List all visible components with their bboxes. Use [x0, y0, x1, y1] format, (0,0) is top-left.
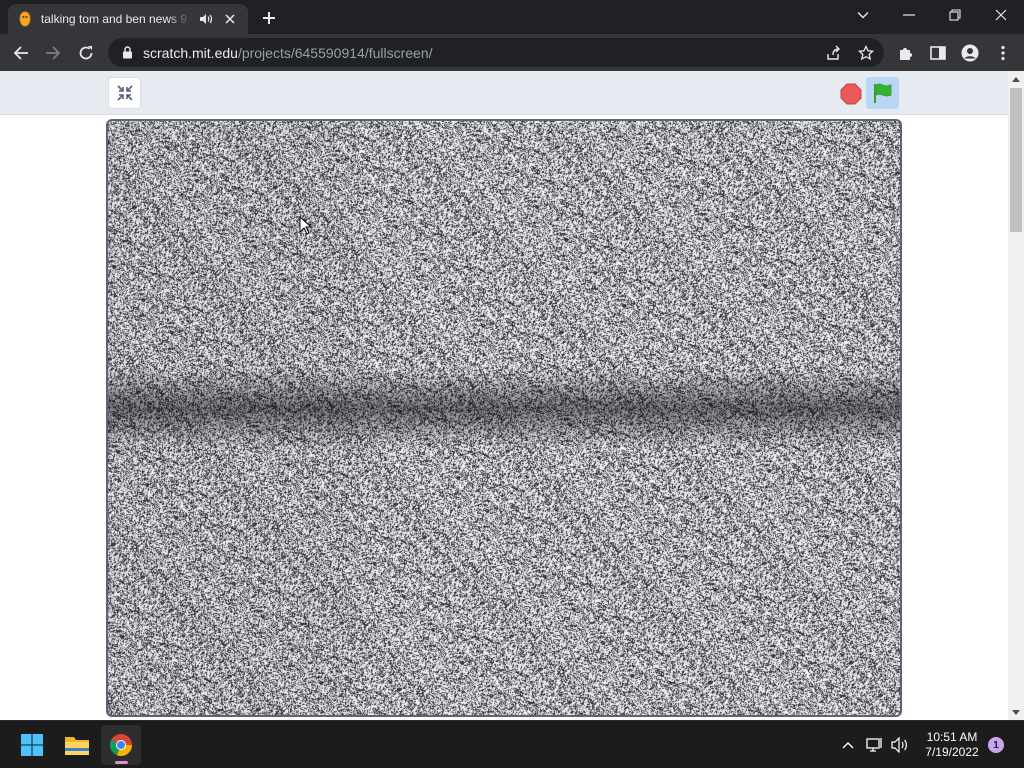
extensions-button[interactable]	[893, 40, 919, 66]
volume-control[interactable]	[890, 735, 910, 755]
tab-search-button[interactable]	[840, 0, 886, 30]
share-icon[interactable]	[824, 44, 842, 62]
mouse-cursor-icon	[299, 216, 313, 235]
bookmark-star-icon[interactable]	[857, 44, 875, 62]
active-app-indicator	[115, 761, 128, 764]
tab-title: talking tom and ben news 9:	[40, 12, 191, 26]
windows-logo-icon	[21, 734, 43, 756]
browser-tab[interactable]: talking tom and ben news 9:	[8, 4, 248, 34]
green-flag-icon	[873, 83, 891, 103]
stop-icon	[840, 83, 862, 105]
lock-icon[interactable]	[120, 46, 134, 60]
avatar-icon	[961, 44, 979, 62]
side-panel-button[interactable]	[925, 40, 951, 66]
triangle-down-icon	[1012, 709, 1020, 715]
new-tab-button[interactable]	[259, 8, 279, 28]
reload-icon	[79, 46, 93, 60]
chevron-down-icon	[857, 12, 869, 19]
close-window-button[interactable]	[978, 0, 1024, 30]
address-bar[interactable]: scratch.mit.edu/projects/645590914/fulls…	[108, 38, 884, 67]
player-controls-bar	[0, 71, 1008, 115]
chrome-taskbar-button[interactable]	[101, 725, 141, 765]
url-text[interactable]: scratch.mit.edu/projects/645590914/fulls…	[143, 45, 433, 61]
arrow-left-icon	[13, 46, 28, 60]
reload-button[interactable]	[73, 40, 99, 66]
kebab-menu-icon	[1001, 45, 1005, 61]
page-scrollbar[interactable]	[1008, 71, 1024, 720]
scrollbar-thumb[interactable]	[1010, 88, 1022, 232]
puzzle-icon	[900, 48, 912, 60]
back-button[interactable]	[8, 40, 34, 66]
forward-button[interactable]	[40, 40, 66, 66]
network-status[interactable]	[865, 735, 885, 755]
plus-icon	[263, 12, 275, 24]
show-hidden-icons-button[interactable]	[838, 735, 858, 755]
close-tab-icon[interactable]	[222, 11, 238, 27]
chevron-up-icon	[842, 742, 854, 749]
speaker-icon	[891, 737, 907, 753]
chrome-icon	[109, 734, 133, 757]
minimize-button[interactable]	[886, 0, 932, 30]
triangle-up-icon	[1012, 76, 1020, 82]
menu-button[interactable]	[990, 40, 1016, 66]
arrow-right-icon	[46, 46, 61, 60]
profile-button[interactable]	[957, 40, 983, 66]
side-panel-icon	[930, 46, 946, 60]
url-path: /projects/645590914/fullscreen/	[237, 44, 433, 61]
exit-fullscreen-button[interactable]	[108, 77, 141, 109]
network-monitor-icon	[866, 738, 882, 752]
folder-icon	[65, 737, 89, 755]
clock-time: 10:51 AM	[926, 730, 978, 744]
system-clock[interactable]: 10:51 AM 7/19/2022	[914, 730, 990, 760]
project-stage[interactable]	[106, 119, 902, 717]
url-host: scratch.mit.edu	[143, 44, 238, 61]
browser-toolbar: scratch.mit.edu/projects/645590914/fulls…	[0, 34, 1024, 71]
start-button[interactable]	[12, 725, 52, 765]
file-explorer-button[interactable]	[57, 725, 97, 765]
tv-static-canvas[interactable]	[108, 121, 900, 715]
unfullscreen-icon	[116, 85, 133, 101]
restore-button[interactable]	[932, 0, 978, 30]
restore-icon	[949, 9, 961, 21]
clock-date: 7/19/2022	[925, 745, 979, 759]
close-icon	[995, 9, 1007, 21]
windows-taskbar: 10:51 AM 7/19/2022 1	[0, 720, 1024, 768]
speaker-icon[interactable]	[198, 11, 214, 27]
tab-strip: talking tom and ben news 9:	[0, 0, 1024, 34]
notification-badge[interactable]: 1	[988, 737, 1004, 753]
scratch-fullscreen-page	[0, 71, 1008, 720]
green-flag-button[interactable]	[866, 77, 899, 109]
minimize-icon	[903, 14, 915, 16]
scroll-up-arrow[interactable]	[1008, 71, 1024, 87]
stop-button[interactable]	[839, 82, 863, 106]
scratch-cat-icon	[18, 11, 32, 27]
scroll-down-arrow[interactable]	[1008, 704, 1024, 720]
